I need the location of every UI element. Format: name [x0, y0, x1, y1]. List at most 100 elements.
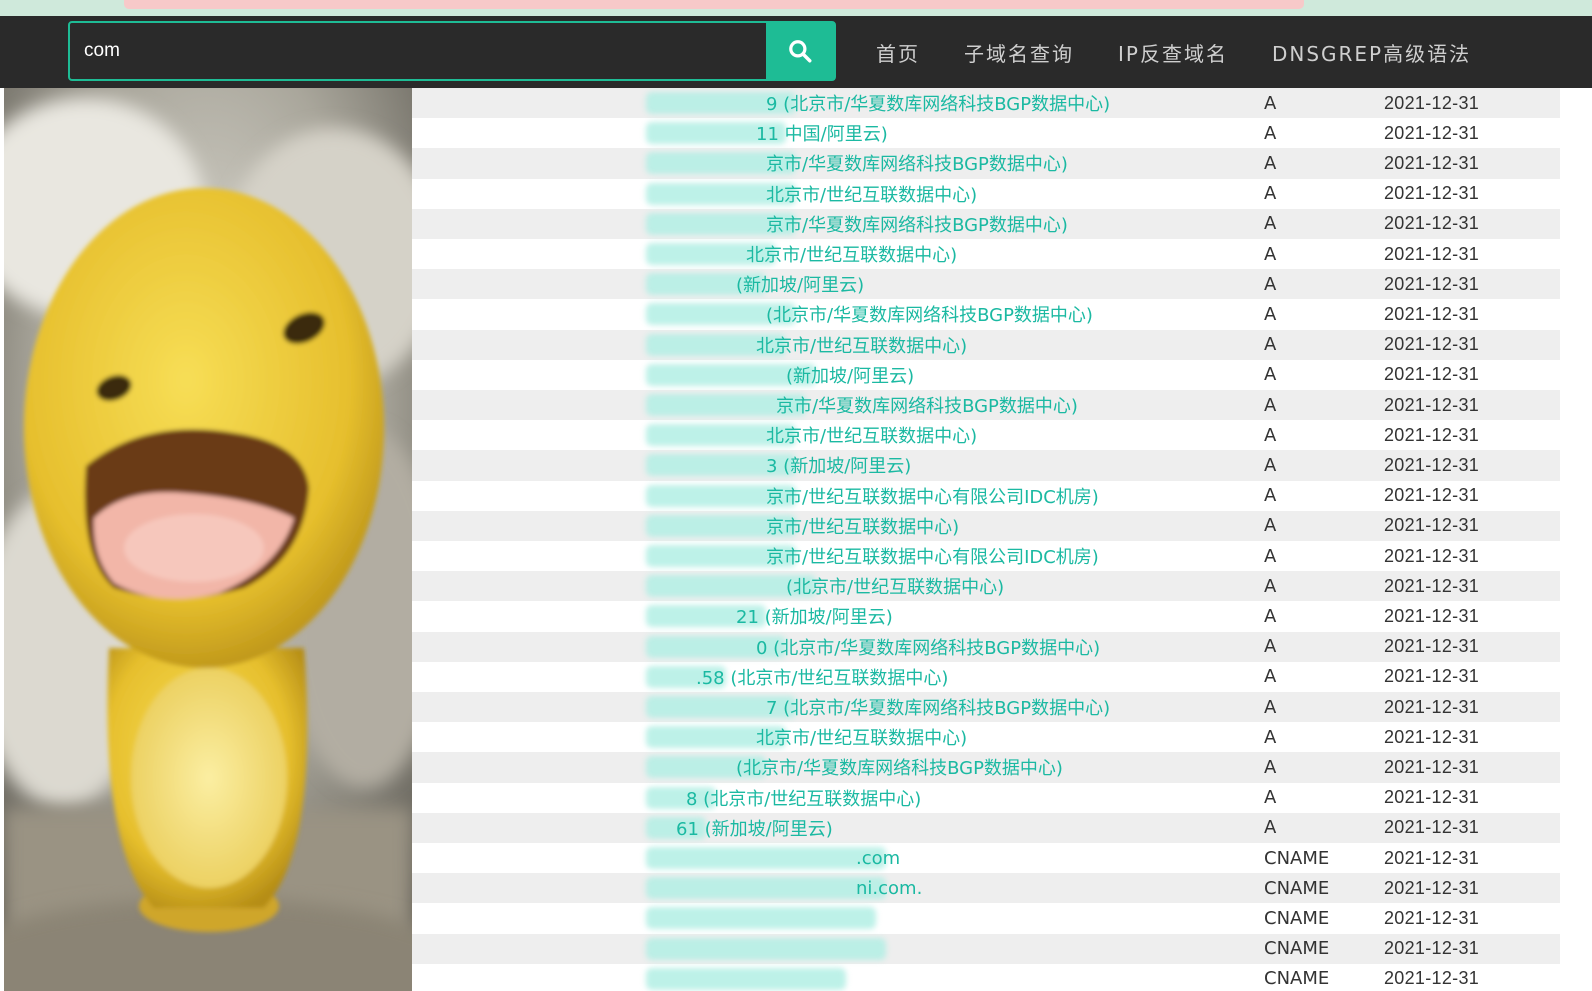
record-value-link[interactable]: 11 中国/阿里云) [756, 120, 888, 146]
record-date: 2021-12-31 [1384, 243, 1480, 264]
record-date: 2021-12-31 [1384, 907, 1480, 928]
table-row: 8 (北京市/世纪互联数据中心) A 2021-12-31 [412, 783, 1560, 813]
record-value-link[interactable]: .58 (北京市/世纪互联数据中心) [696, 664, 948, 690]
table-row: 北京市/世纪互联数据中心) A 2021-12-31 [412, 239, 1560, 269]
record-value-link[interactable]: 9 (北京市/华夏数库网络科技BGP数据中心) [766, 90, 1110, 116]
nav-ip-reverse-lookup[interactable]: IP反查域名 [1118, 38, 1228, 67]
record-date: 2021-12-31 [1384, 756, 1480, 777]
record-value-link[interactable]: 京市/世纪互联数据中心有限公司IDC机房) [766, 543, 1099, 569]
record-type: A [1264, 183, 1277, 205]
table-row: 京市/世纪互联数据中心) A 2021-12-31 [412, 510, 1560, 541]
record-value-link[interactable]: 3 (新加坡/阿里云) [766, 452, 911, 478]
record-type: A [1264, 575, 1277, 597]
record-type: CNAME [1264, 968, 1330, 990]
record-value-link[interactable]: 北京市/世纪互联数据中心) [756, 332, 967, 358]
record-date: 2021-12-31 [1384, 575, 1480, 596]
record-value-link[interactable]: 7 (北京市/华夏数库网络科技BGP数据中心) [766, 694, 1110, 720]
record-value-link[interactable]: 8 (北京市/世纪互联数据中心) [686, 785, 921, 811]
record-value-link[interactable]: (新加坡/阿里云) [736, 271, 864, 297]
search-box [68, 21, 836, 81]
record-value-link[interactable]: 0 (北京市/华夏数库网络科技BGP数据中心) [756, 634, 1100, 660]
record-type: CNAME [1264, 847, 1330, 869]
table-row: 京市/华夏数库网络科技BGP数据中心) A 2021-12-31 [412, 390, 1560, 421]
record-date: 2021-12-31 [1384, 92, 1480, 113]
nav-dnsgrep-syntax[interactable]: DNSGREP高级语法 [1272, 38, 1471, 67]
table-row: 京市/世纪互联数据中心有限公司IDC机房) A 2021-12-31 [412, 541, 1560, 571]
record-date: 2021-12-31 [1384, 877, 1480, 898]
record-date: 2021-12-31 [1384, 636, 1480, 657]
top-banner-pink [124, 0, 1304, 9]
record-date: 2021-12-31 [1384, 787, 1480, 808]
table-row: (北京市/华夏数库网络科技BGP数据中心) A 2021-12-31 [412, 299, 1560, 329]
record-date: 2021-12-31 [1384, 545, 1480, 566]
record-type: A [1264, 515, 1277, 537]
table-row: 7 (北京市/华夏数库网络科技BGP数据中心) A 2021-12-31 [412, 692, 1560, 723]
record-date: 2021-12-31 [1384, 847, 1480, 868]
record-value-link[interactable]: 京市/世纪互联数据中心有限公司IDC机房) [766, 483, 1099, 509]
record-value-link[interactable]: 京市/世纪互联数据中心) [766, 513, 959, 539]
nav-home[interactable]: 首页 [876, 38, 920, 67]
record-type: A [1264, 726, 1277, 748]
top-banner-strip [0, 0, 1592, 16]
record-value-link[interactable]: 京市/华夏数库网络科技BGP数据中心) [776, 392, 1078, 418]
dns-records-table: 9 (北京市/华夏数库网络科技BGP数据中心) A 2021-12-31 11 中国/… [412, 88, 1560, 991]
record-value-link[interactable]: 北京市/世纪互联数据中心) [766, 181, 977, 207]
redaction-blur [646, 847, 886, 870]
record-type: A [1264, 364, 1277, 386]
record-type: A [1264, 243, 1277, 265]
record-date: 2021-12-31 [1384, 454, 1480, 475]
record-value-link[interactable]: .com [856, 848, 900, 869]
record-value-link[interactable]: (新加坡/阿里云) [786, 362, 914, 388]
search-icon [789, 40, 812, 63]
table-row: 21 (新加坡/阿里云) A 2021-12-31 [412, 601, 1560, 631]
table-row: 11 中国/阿里云) A 2021-12-31 [412, 118, 1560, 148]
record-value-link[interactable]: 北京市/世纪互联数据中心) [756, 724, 967, 750]
record-type: A [1264, 303, 1277, 325]
record-type: A [1264, 605, 1277, 627]
record-value-link[interactable]: ni.com. [856, 878, 922, 899]
table-row: 0 (北京市/华夏数库网络科技BGP数据中心) A 2021-12-31 [412, 631, 1560, 662]
record-date: 2021-12-31 [1384, 273, 1480, 294]
table-row: ni.com. CNAME 2021-12-31 [412, 873, 1560, 904]
record-value-link[interactable]: (北京市/华夏数库网络科技BGP数据中心) [766, 301, 1093, 327]
table-row: CNAME 2021-12-31 [412, 933, 1560, 964]
record-value-link[interactable]: (北京市/世纪互联数据中心) [786, 573, 1004, 599]
search-input[interactable] [70, 23, 764, 79]
record-type: A [1264, 213, 1277, 235]
record-date: 2021-12-31 [1384, 666, 1480, 687]
record-value-link[interactable]: 61 (新加坡/阿里云) [676, 815, 833, 841]
record-date: 2021-12-31 [1384, 394, 1480, 415]
record-value-link[interactable]: 北京市/世纪互联数据中心) [746, 241, 957, 267]
record-type: A [1264, 666, 1277, 688]
search-button[interactable] [766, 23, 834, 79]
table-row: CNAME 2021-12-31 [412, 964, 1560, 991]
table-row: CNAME 2021-12-31 [412, 903, 1560, 933]
table-row: 61 (新加坡/阿里云) A 2021-12-31 [412, 812, 1560, 843]
table-row: (新加坡/阿里云) A 2021-12-31 [412, 360, 1560, 390]
record-date: 2021-12-31 [1384, 364, 1480, 385]
record-date: 2021-12-31 [1384, 817, 1480, 838]
record-date: 2021-12-31 [1384, 938, 1480, 959]
nav-subdomain-query[interactable]: 子域名查询 [964, 38, 1074, 67]
record-value-link[interactable]: (北京市/华夏数库网络科技BGP数据中心) [736, 754, 1063, 780]
table-row: 北京市/世纪互联数据中心) A 2021-12-31 [412, 179, 1560, 209]
record-value-link[interactable]: 京市/华夏数库网络科技BGP数据中心) [766, 211, 1068, 237]
record-date: 2021-12-31 [1384, 424, 1480, 445]
record-date: 2021-12-31 [1384, 152, 1480, 173]
redaction-blur [646, 907, 876, 930]
record-value-link[interactable]: 京市/华夏数库网络科技BGP数据中心) [766, 150, 1068, 176]
table-row: 京市/华夏数库网络科技BGP数据中心) A 2021-12-31 [412, 208, 1560, 239]
record-value-link[interactable]: 北京市/世纪互联数据中心) [766, 422, 977, 448]
record-date: 2021-12-31 [1384, 213, 1480, 234]
record-type: A [1264, 787, 1277, 809]
table-row: 9 (北京市/华夏数库网络科技BGP数据中心) A 2021-12-31 [412, 88, 1560, 119]
record-type: A [1264, 122, 1277, 144]
record-type: A [1264, 454, 1277, 476]
record-type: A [1264, 152, 1277, 174]
table-row: 北京市/世纪互联数据中心) A 2021-12-31 [412, 722, 1560, 752]
table-row: .58 (北京市/世纪互联数据中心) A 2021-12-31 [412, 662, 1560, 692]
redaction-blur [646, 877, 886, 900]
record-type: CNAME [1264, 877, 1330, 899]
record-value-link[interactable]: 21 (新加坡/阿里云) [736, 603, 893, 629]
record-date: 2021-12-31 [1384, 696, 1480, 717]
